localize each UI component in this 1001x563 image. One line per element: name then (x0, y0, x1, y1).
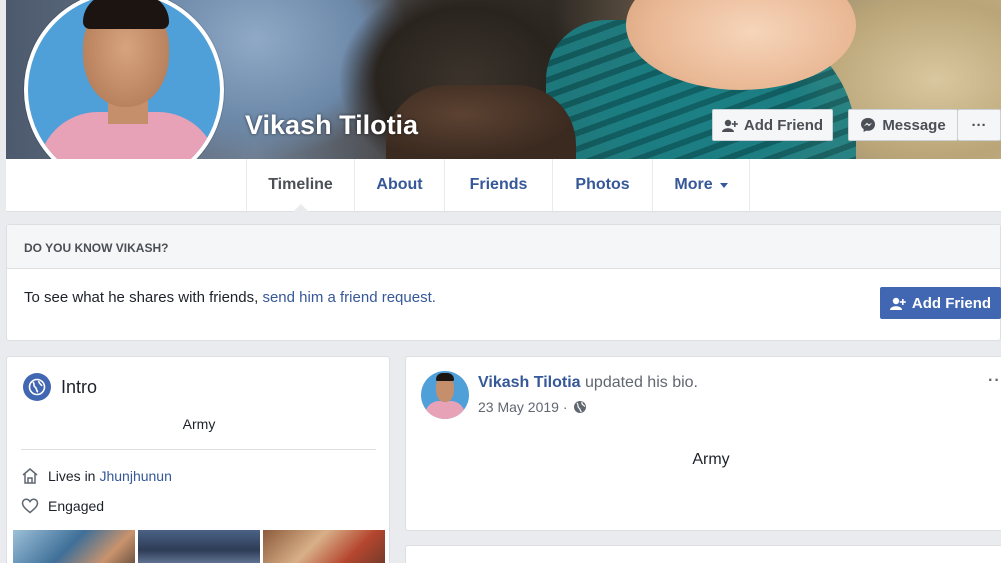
profile-name[interactable]: Vikash Tilotia (245, 110, 418, 141)
prompt-text: To see what he shares with friends, send… (24, 289, 436, 306)
prompt-heading: DO YOU KNOW VIKASH? (7, 225, 1000, 269)
intro-header: Intro (23, 373, 97, 401)
prompt-add-friend-label: Add Friend (911, 294, 992, 312)
tab-photos[interactable]: Photos (552, 159, 652, 211)
tab-about-label: About (376, 176, 423, 193)
post-avatar-hair (436, 373, 454, 381)
relationship-status: Engaged (48, 498, 105, 514)
messenger-icon (861, 118, 876, 132)
friend-request-prompt: DO YOU KNOW VIKASH? To see what he share… (6, 224, 1001, 341)
message-label: Message (882, 116, 946, 134)
chevron-down-icon (719, 182, 728, 188)
tab-more[interactable]: More (652, 159, 750, 211)
relationship-row: Engaged (21, 497, 104, 515)
more-options-button[interactable]: ··· (958, 109, 1001, 141)
next-post (405, 545, 1001, 563)
tab-photos-label: Photos (575, 176, 630, 193)
add-friend-icon (721, 119, 738, 132)
post-header: Vikash Tilotia updated his bio. (478, 374, 698, 392)
lives-in-prefix: Lives in (48, 468, 96, 484)
profile-nav: Timeline About Friends Photos More (6, 159, 1001, 212)
globe-icon[interactable] (573, 400, 587, 414)
post-options-button[interactable]: ·· (988, 372, 1001, 390)
prompt-text-body: To see what he shares with friends, (24, 289, 259, 306)
send-friend-request-link[interactable]: send him a friend request. (262, 289, 435, 306)
heart-icon (21, 498, 39, 514)
post-author-link[interactable]: Vikash Tilotia (478, 374, 581, 391)
intro-card: Intro Army Lives in Jhunjhunun Engaged (6, 356, 390, 563)
tab-friends[interactable]: Friends (444, 159, 552, 211)
intro-divider (21, 449, 376, 450)
post-date[interactable]: 23 May 2019 · (478, 399, 568, 415)
message-button[interactable]: Message (848, 109, 958, 141)
tab-friends-label: Friends (469, 176, 528, 193)
more-options-label: ··· (971, 116, 987, 134)
intro-title: Intro (61, 376, 98, 397)
post-author-avatar[interactable] (421, 371, 469, 419)
prompt-add-friend-button[interactable]: Add Friend (880, 287, 1001, 319)
tab-more-label: More (674, 176, 713, 193)
post-body: Army (692, 451, 730, 468)
post-meta: 23 May 2019 · (478, 399, 587, 415)
tab-timeline[interactable]: Timeline (246, 159, 354, 212)
tab-about[interactable]: About (354, 159, 444, 211)
tab-timeline-label: Timeline (268, 176, 333, 193)
post-avatar-shirt (425, 401, 465, 419)
post-action: updated his bio. (585, 374, 698, 391)
lives-in-link[interactable]: Jhunjhunun (99, 468, 171, 484)
photo-thumbnails (13, 530, 385, 563)
add-friend-label: Add Friend (743, 116, 824, 134)
add-friend-button[interactable]: Add Friend (712, 109, 833, 141)
home-icon (22, 468, 38, 484)
add-friend-icon (889, 297, 906, 310)
photo-thumbnail[interactable] (13, 530, 135, 563)
avatar-hair (83, 0, 169, 29)
timeline-post: Vikash Tilotia updated his bio. 23 May 2… (405, 356, 1001, 531)
intro-bio: Army (182, 416, 216, 432)
photo-thumbnail[interactable] (138, 530, 260, 563)
photo-thumbnail[interactable] (263, 530, 385, 563)
lives-in-row: Lives in Jhunjhunun (21, 467, 172, 485)
globe-icon (23, 373, 51, 401)
